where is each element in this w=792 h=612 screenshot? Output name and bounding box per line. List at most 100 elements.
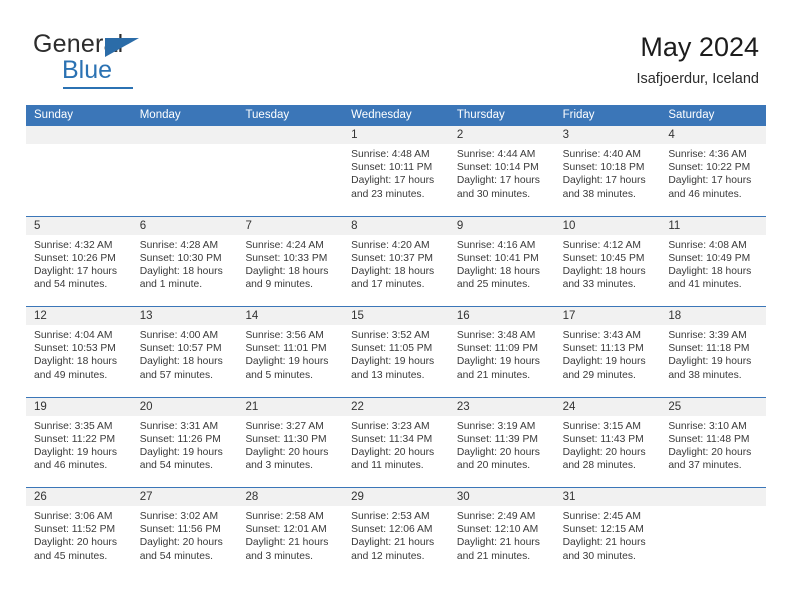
day-details: Sunrise: 3:52 AM Sunset: 11:05 PM Daylig… [343, 325, 449, 382]
sunset-text: Sunset: 12:15 AM [562, 524, 644, 536]
daylight-text: Daylight: 20 hours and 45 minutes. [34, 537, 117, 562]
day-cell[interactable]: 7 Sunrise: 4:24 AM Sunset: 10:33 PM Dayl… [237, 216, 344, 307]
daylight-text: Daylight: 21 hours and 30 minutes. [562, 537, 646, 562]
daylight-text: Daylight: 18 hours and 17 minutes. [351, 265, 435, 291]
day-cell[interactable]: 24 Sunrise: 3:15 AM Sunset: 11:43 PM Day… [554, 397, 661, 488]
day-cell[interactable]: 27 Sunrise: 3:02 AM Sunset: 11:56 PM Day… [131, 488, 238, 578]
day-cell[interactable] [131, 126, 238, 216]
day-number: 27 [131, 488, 238, 506]
day-number: 2 [448, 126, 555, 144]
day-details: Sunrise: 4:48 AM Sunset: 10:11 PM Daylig… [343, 144, 449, 201]
day-cell[interactable] [660, 488, 767, 578]
day-number: 18 [660, 307, 767, 325]
daylight-text: Daylight: 20 hours and 37 minutes. [668, 446, 752, 472]
day-cell[interactable]: 12 Sunrise: 4:04 AM Sunset: 10:53 PM Day… [26, 307, 132, 397]
sunset-text: Sunset: 10:33 PM [245, 252, 328, 264]
day-cell[interactable]: 21 Sunrise: 3:27 AM Sunset: 11:30 PM Day… [237, 397, 344, 488]
day-cell[interactable]: 17 Sunrise: 3:43 AM Sunset: 11:13 PM Day… [554, 307, 661, 397]
day-cell[interactable]: 15 Sunrise: 3:52 AM Sunset: 11:05 PM Day… [343, 307, 449, 397]
sunrise-text: Sunrise: 4:20 AM [351, 239, 430, 251]
day-details: Sunrise: 2:45 AM Sunset: 12:15 AM Daylig… [555, 506, 661, 563]
sunrise-text: Sunrise: 4:32 AM [34, 239, 113, 251]
day-cell[interactable] [26, 126, 132, 216]
day-cell[interactable]: 16 Sunrise: 3:48 AM Sunset: 11:09 PM Day… [448, 307, 555, 397]
day-number: 8 [343, 216, 449, 235]
triangle-icon [105, 38, 139, 57]
day-cell[interactable]: 14 Sunrise: 3:56 AM Sunset: 11:01 PM Day… [237, 307, 344, 397]
day-number [660, 488, 767, 506]
sunrise-text: Sunrise: 2:45 AM [562, 511, 642, 522]
day-details: Sunrise: 2:58 AM Sunset: 12:01 AM Daylig… [237, 506, 343, 563]
day-details: Sunrise: 4:36 AM Sunset: 10:22 PM Daylig… [660, 144, 766, 201]
logo-text-blue: Blue [62, 56, 113, 84]
day-cell[interactable]: 23 Sunrise: 3:19 AM Sunset: 11:39 PM Day… [448, 397, 555, 488]
sunrise-text: Sunrise: 4:16 AM [456, 239, 536, 251]
daylight-text: Daylight: 18 hours and 1 minute. [139, 265, 223, 291]
day-number: 25 [660, 397, 767, 416]
day-cell[interactable]: 10 Sunrise: 4:12 AM Sunset: 10:45 PM Day… [554, 216, 661, 307]
sunrise-text: Sunrise: 3:48 AM [456, 330, 536, 341]
day-details: Sunrise: 3:31 AM Sunset: 11:26 PM Daylig… [132, 416, 238, 473]
day-cell[interactable]: 26 Sunrise: 3:06 AM Sunset: 11:52 PM Day… [26, 488, 132, 578]
sunrise-text: Sunrise: 3:52 AM [351, 330, 430, 341]
day-cell[interactable]: 29 Sunrise: 2:53 AM Sunset: 12:06 AM Day… [343, 488, 449, 578]
sunrise-text: Sunrise: 3:39 AM [668, 330, 747, 341]
sunrise-text: Sunrise: 4:00 AM [139, 330, 219, 341]
sunrise-text: Sunrise: 2:53 AM [351, 511, 430, 522]
sunset-text: Sunset: 11:52 PM [34, 524, 116, 536]
day-cell[interactable]: 4 Sunrise: 4:36 AM Sunset: 10:22 PM Dayl… [660, 126, 767, 216]
general-blue-logo[interactable]: General Blue [33, 30, 233, 92]
sunrise-text: Sunrise: 3:02 AM [139, 511, 219, 522]
daylight-text: Daylight: 19 hours and 54 minutes. [139, 446, 223, 472]
day-number: 9 [448, 216, 555, 235]
week-row: 26 Sunrise: 3:06 AM Sunset: 11:52 PM Day… [26, 487, 767, 578]
sunset-text: Sunset: 11:43 PM [562, 433, 644, 445]
sunset-text: Sunset: 10:11 PM [351, 162, 433, 174]
calendar-page: General Blue May 2024 Isafjoerdur, Icela… [0, 0, 792, 612]
day-details: Sunrise: 4:40 AM Sunset: 10:18 PM Daylig… [555, 144, 661, 201]
day-cell[interactable]: 19 Sunrise: 3:35 AM Sunset: 11:22 PM Day… [26, 397, 132, 488]
day-number [26, 126, 132, 144]
sunrise-text: Sunrise: 4:36 AM [668, 149, 747, 160]
day-details [26, 144, 132, 148]
sunrise-text: Sunrise: 4:48 AM [351, 149, 430, 160]
daylight-text: Daylight: 19 hours and 21 minutes. [456, 356, 540, 381]
sunrise-text: Sunrise: 3:56 AM [245, 330, 324, 341]
day-cell[interactable]: 28 Sunrise: 2:58 AM Sunset: 12:01 AM Day… [237, 488, 344, 578]
day-cell[interactable]: 1 Sunrise: 4:48 AM Sunset: 10:11 PM Dayl… [343, 126, 449, 216]
day-cell[interactable]: 18 Sunrise: 3:39 AM Sunset: 11:18 PM Day… [660, 307, 767, 397]
daylight-text: Daylight: 18 hours and 57 minutes. [139, 356, 223, 381]
day-details [132, 144, 238, 148]
day-cell[interactable]: 13 Sunrise: 4:00 AM Sunset: 10:57 PM Day… [131, 307, 238, 397]
weekday-header-saturday: Saturday [668, 109, 715, 121]
day-details: Sunrise: 3:43 AM Sunset: 11:13 PM Daylig… [555, 325, 661, 382]
day-cell[interactable] [237, 126, 344, 216]
day-cell[interactable]: 6 Sunrise: 4:28 AM Sunset: 10:30 PM Dayl… [131, 216, 238, 307]
day-number: 29 [343, 488, 449, 506]
day-cell[interactable]: 8 Sunrise: 4:20 AM Sunset: 10:37 PM Dayl… [343, 216, 449, 307]
day-cell[interactable]: 2 Sunrise: 4:44 AM Sunset: 10:14 PM Dayl… [448, 126, 555, 216]
sunrise-text: Sunrise: 2:58 AM [245, 511, 324, 522]
day-details: Sunrise: 3:15 AM Sunset: 11:43 PM Daylig… [555, 416, 661, 473]
daylight-text: Daylight: 20 hours and 28 minutes. [562, 446, 646, 472]
sunrise-text: Sunrise: 3:43 AM [562, 330, 642, 341]
day-details: Sunrise: 4:32 AM Sunset: 10:26 PM Daylig… [26, 235, 132, 292]
daylight-text: Daylight: 18 hours and 41 minutes. [668, 265, 752, 291]
day-cell[interactable]: 3 Sunrise: 4:40 AM Sunset: 10:18 PM Dayl… [554, 126, 661, 216]
day-cell[interactable]: 20 Sunrise: 3:31 AM Sunset: 11:26 PM Day… [131, 397, 238, 488]
day-cell[interactable]: 31 Sunrise: 2:45 AM Sunset: 12:15 AM Day… [554, 488, 661, 578]
day-number: 3 [554, 126, 661, 144]
sunset-text: Sunset: 11:26 PM [139, 433, 221, 445]
day-cell[interactable]: 25 Sunrise: 3:10 AM Sunset: 11:48 PM Day… [660, 397, 767, 488]
day-cell[interactable]: 9 Sunrise: 4:16 AM Sunset: 10:41 PM Dayl… [448, 216, 555, 307]
weekday-header-tuesday: Tuesday [245, 109, 290, 121]
daylight-text: Daylight: 21 hours and 12 minutes. [351, 537, 435, 562]
weekday-header-monday: Monday [139, 109, 181, 121]
day-cell[interactable]: 11 Sunrise: 4:08 AM Sunset: 10:49 PM Day… [660, 216, 767, 307]
day-cell[interactable]: 5 Sunrise: 4:32 AM Sunset: 10:26 PM Dayl… [26, 216, 132, 307]
daylight-text: Daylight: 19 hours and 5 minutes. [245, 356, 329, 381]
page-subtitle: Isafjoerdur, Iceland [636, 71, 759, 87]
daylight-text: Daylight: 17 hours and 54 minutes. [34, 265, 117, 291]
day-cell[interactable]: 30 Sunrise: 2:49 AM Sunset: 12:10 AM Day… [448, 488, 555, 578]
day-cell[interactable]: 22 Sunrise: 3:23 AM Sunset: 11:34 PM Day… [343, 397, 449, 488]
